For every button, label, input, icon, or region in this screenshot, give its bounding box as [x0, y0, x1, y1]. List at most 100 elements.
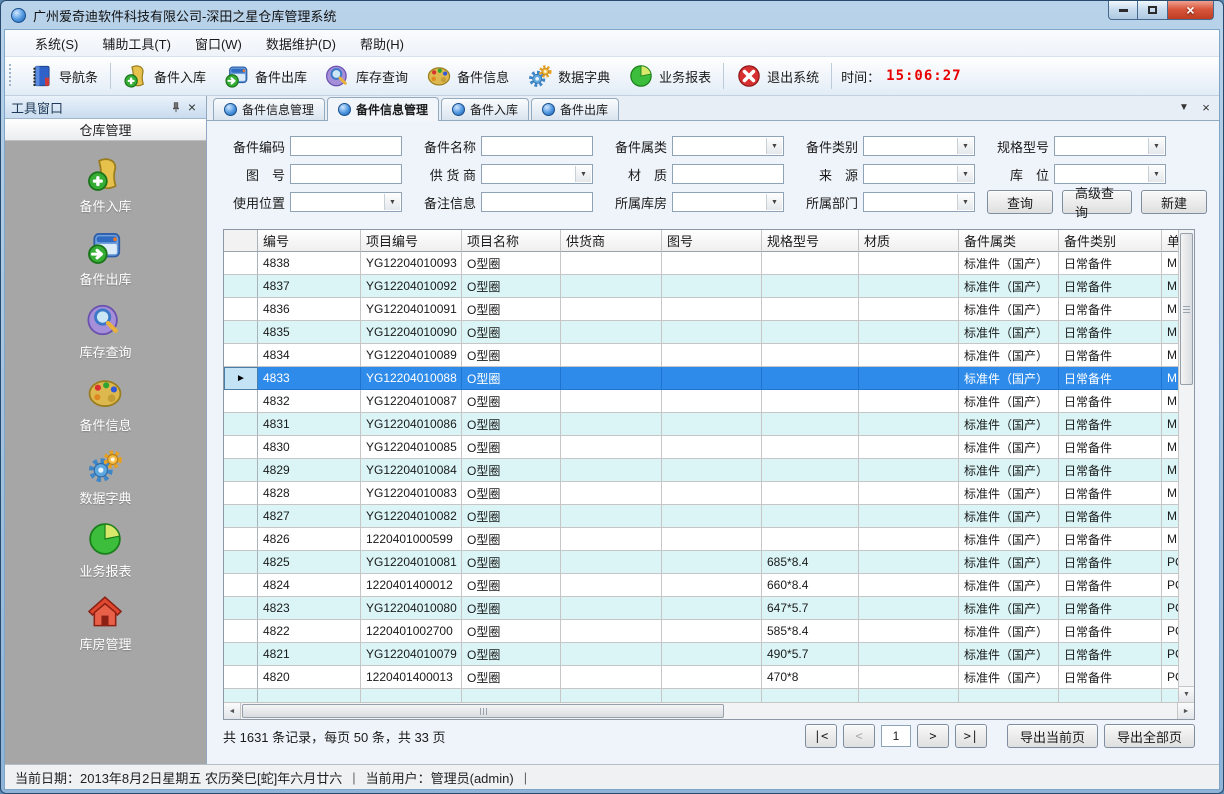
column-header[interactable]: 项目编号 [361, 230, 462, 252]
toolbar-button[interactable]: 导航条 [19, 61, 107, 91]
sidebar-item[interactable]: 库存查询 [79, 301, 131, 361]
row-indicator-cell[interactable] [224, 643, 258, 666]
row-indicator-cell[interactable] [224, 390, 258, 413]
row-indicator-cell[interactable] [224, 344, 258, 367]
horizontal-scrollbar-thumb[interactable] [242, 704, 724, 718]
search-select[interactable]: ▼ [1054, 136, 1166, 156]
sidebar-item[interactable]: 备件入库 [79, 155, 131, 215]
table-row[interactable]: 4835YG12204010090O型圈标准件（国产）日常备件M [224, 321, 1178, 344]
menu-item[interactable]: 帮助(H) [348, 31, 416, 56]
toolbar-button[interactable]: 备件入库 [114, 61, 215, 91]
table-row[interactable]: 48261220401000599O型圈标准件（国产）日常备件M [224, 528, 1178, 551]
column-header[interactable]: 图号 [662, 230, 762, 252]
search-select[interactable]: ▼ [672, 192, 784, 212]
horizontal-scrollbar[interactable]: ◄ ► [224, 702, 1194, 719]
minimize-button[interactable] [1108, 1, 1138, 20]
pin-button[interactable] [168, 99, 184, 115]
toolbar-button[interactable]: 数据字典 [518, 61, 619, 91]
search-select[interactable]: ▼ [481, 164, 593, 184]
column-header[interactable]: 项目名称 [462, 230, 561, 252]
row-indicator-cell[interactable] [224, 597, 258, 620]
search-input[interactable] [672, 164, 784, 184]
row-indicator-cell[interactable]: ► [224, 367, 258, 390]
table-row[interactable]: ►4833YG12204010088O型圈标准件（国产）日常备件M [224, 367, 1178, 390]
search-select[interactable]: ▼ [1054, 164, 1166, 184]
row-indicator-cell[interactable] [224, 459, 258, 482]
table-row[interactable]: 4836YG12204010091O型圈标准件（国产）日常备件M [224, 298, 1178, 321]
sidebar-item[interactable]: 数据字典 [79, 447, 131, 507]
table-row[interactable]: 4831YG12204010086O型圈标准件（国产）日常备件M [224, 413, 1178, 436]
close-button[interactable]: × [1168, 1, 1214, 20]
current-page-input[interactable]: 1 [881, 725, 911, 747]
tab-list-dropdown-button[interactable]: ▼ [1177, 100, 1191, 114]
table-row[interactable]: 4838YG12204010093O型圈标准件（国产）日常备件M [224, 252, 1178, 275]
first-page-button[interactable]: |< [805, 724, 837, 748]
tab[interactable]: 备件信息管理 [213, 98, 325, 120]
row-indicator-cell[interactable] [224, 252, 258, 275]
scroll-right-button[interactable]: ► [1177, 703, 1194, 719]
export-current-page-button[interactable]: 导出当前页 [1007, 724, 1098, 748]
row-indicator-cell[interactable] [224, 321, 258, 344]
row-indicator-header[interactable] [224, 230, 258, 252]
tab[interactable]: 备件入库 [441, 98, 529, 120]
search-input[interactable] [481, 136, 593, 156]
column-header[interactable]: 供货商 [561, 230, 662, 252]
table-row[interactable]: 4828YG12204010083O型圈标准件（国产）日常备件M [224, 482, 1178, 505]
row-indicator-cell[interactable] [224, 666, 258, 689]
table-row[interactable]: 4825YG12204010081O型圈685*8.4标准件（国产）日常备件PC [224, 551, 1178, 574]
row-indicator-cell[interactable] [224, 413, 258, 436]
sidebar-item[interactable]: 备件出库 [79, 228, 131, 288]
row-indicator-cell[interactable] [224, 298, 258, 321]
menu-item[interactable]: 数据维护(D) [254, 31, 348, 56]
column-header[interactable]: 备件类别 [1059, 230, 1162, 252]
search-input[interactable] [481, 192, 593, 212]
toolbar-button[interactable]: 库存查询 [316, 61, 417, 91]
tab-close-button[interactable]: × [1199, 100, 1213, 114]
scroll-left-button[interactable]: ◄ [224, 703, 241, 719]
table-row[interactable]: 4832YG12204010087O型圈标准件（国产）日常备件M [224, 390, 1178, 413]
menu-item[interactable]: 系统(S) [23, 31, 90, 56]
query-button[interactable]: 查询 [987, 190, 1053, 214]
search-select[interactable]: ▼ [672, 136, 784, 156]
row-indicator-cell[interactable] [224, 505, 258, 528]
table-row[interactable]: 4837YG12204010092O型圈标准件（国产）日常备件M [224, 275, 1178, 298]
row-indicator-cell[interactable] [224, 574, 258, 597]
row-indicator-cell[interactable] [224, 436, 258, 459]
column-header[interactable]: 单位 [1162, 230, 1178, 252]
toolbar-grip[interactable] [9, 64, 14, 88]
tab[interactable]: 备件出库 [531, 98, 619, 120]
toolbar-button[interactable]: 退出系统 [727, 61, 828, 91]
column-header[interactable]: 材质 [859, 230, 959, 252]
row-indicator-cell[interactable] [224, 620, 258, 643]
search-input[interactable] [290, 164, 402, 184]
maximize-button[interactable] [1138, 1, 1168, 20]
sidebar-item[interactable]: 业务报表 [79, 520, 131, 580]
sidebar-group-title[interactable]: 仓库管理 [5, 119, 206, 141]
toolbar-button[interactable]: 备件信息 [417, 61, 518, 91]
table-row[interactable]: 48201220401400013O型圈470*8标准件（国产）日常备件PC [224, 666, 1178, 689]
export-all-pages-button[interactable]: 导出全部页 [1104, 724, 1195, 748]
table-row[interactable]: 4821YG12204010079O型圈490*5.7标准件（国产）日常备件PC [224, 643, 1178, 666]
toolbar-button[interactable]: 备件出库 [215, 61, 316, 91]
menu-item[interactable]: 窗口(W) [183, 31, 254, 56]
row-indicator-cell[interactable] [224, 275, 258, 298]
menu-item[interactable]: 辅助工具(T) [90, 31, 183, 56]
search-select[interactable]: ▼ [863, 136, 975, 156]
column-header[interactable]: 规格型号 [762, 230, 859, 252]
toolbar-button[interactable]: 业务报表 [619, 61, 720, 91]
vertical-scrollbar-thumb[interactable] [1180, 233, 1193, 385]
table-row[interactable]: 4834YG12204010089O型圈标准件（国产）日常备件M [224, 344, 1178, 367]
prev-page-button[interactable]: < [843, 724, 875, 748]
sidebar-item[interactable]: 库房管理 [79, 593, 131, 653]
advanced-query-button[interactable]: 高级查询 [1062, 190, 1132, 214]
column-header[interactable]: 编号 [258, 230, 361, 252]
sidebar-close-button[interactable]: × [184, 99, 200, 115]
table-row[interactable]: 4823YG12204010080O型圈647*5.7标准件（国产）日常备件PC [224, 597, 1178, 620]
row-indicator-cell[interactable] [224, 551, 258, 574]
tab[interactable]: 备件信息管理 [327, 97, 439, 121]
sidebar-item[interactable]: 备件信息 [79, 374, 131, 434]
search-select[interactable]: ▼ [290, 192, 402, 212]
table-row[interactable]: 48241220401400012O型圈660*8.4标准件（国产）日常备件PC [224, 574, 1178, 597]
last-page-button[interactable]: >| [955, 724, 987, 748]
new-button[interactable]: 新建 [1141, 190, 1207, 214]
